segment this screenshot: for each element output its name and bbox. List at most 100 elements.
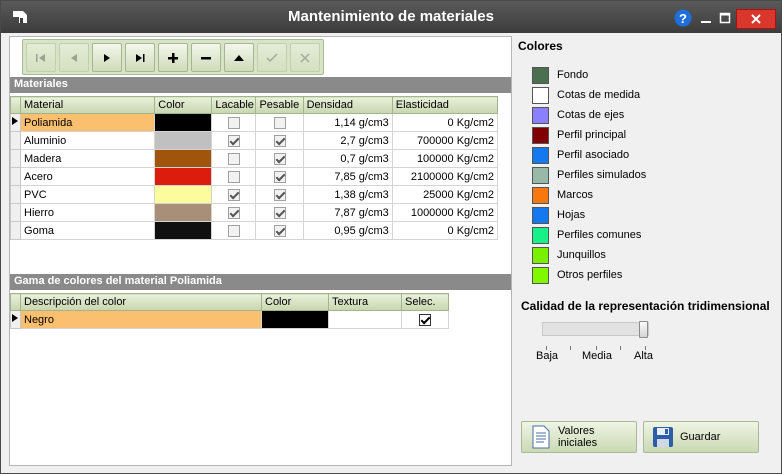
pesable-cell[interactable] [255, 167, 304, 186]
color-setting-item[interactable]: Perfiles comunes [532, 226, 641, 244]
pesable-checkbox[interactable] [273, 224, 286, 237]
color-swatch[interactable] [532, 266, 549, 284]
color-setting-item[interactable]: Perfil asociado [532, 146, 629, 164]
material-name-cell[interactable]: Acero [20, 167, 156, 186]
pesable-cell[interactable] [255, 113, 304, 132]
color-setting-item[interactable]: Cotas de medida [532, 86, 640, 104]
material-name-cell[interactable]: Poliamida [20, 113, 156, 132]
pesable-cell[interactable] [255, 203, 304, 222]
column-header-selected[interactable]: Selec. [401, 293, 449, 311]
color-gamma-row[interactable]: Negro [10, 310, 449, 329]
lacable-checkbox[interactable] [227, 170, 240, 183]
column-header-elasticity[interactable]: Elasticidad [391, 96, 499, 114]
column-header-texture[interactable]: Textura [328, 293, 402, 311]
column-header-density[interactable]: Densidad [302, 96, 393, 114]
pesable-checkbox[interactable] [273, 188, 286, 201]
color-swatch[interactable] [532, 166, 549, 184]
material-color-cell[interactable] [154, 167, 213, 186]
material-row[interactable]: Madera 0,7 g/cm3 100000 Kg/cm2 [9, 149, 499, 168]
post-record-button[interactable] [257, 43, 287, 72]
material-row[interactable]: Goma 0,95 g/cm3 0 Kg/cm2 [9, 221, 499, 240]
color-swatch[interactable] [532, 246, 549, 264]
elasticity-cell[interactable]: 0 Kg/cm2 [391, 113, 499, 132]
column-header-lacable[interactable]: Lacable [211, 96, 257, 114]
color-swatch[interactable] [532, 66, 549, 84]
material-name-cell[interactable]: Aluminio [20, 131, 156, 150]
material-color-cell[interactable] [154, 149, 213, 168]
material-name-cell[interactable]: Madera [20, 149, 156, 168]
first-record-button[interactable] [26, 43, 56, 72]
title-bar[interactable]: Mantenimiento de materiales ? [1, 1, 781, 33]
elasticity-cell[interactable]: 25000 Kg/cm2 [391, 185, 499, 204]
next-record-button[interactable] [92, 43, 122, 72]
column-header-material[interactable]: Material [20, 96, 156, 114]
save-button[interactable]: Guardar [643, 421, 759, 453]
lacable-cell[interactable] [211, 221, 257, 240]
texture-cell[interactable] [328, 310, 402, 329]
color-setting-item[interactable]: Marcos [532, 186, 593, 204]
lacable-checkbox[interactable] [227, 134, 240, 147]
row-indicator[interactable] [9, 221, 22, 240]
pesable-cell[interactable] [255, 131, 304, 150]
color-setting-item[interactable]: Perfil principal [532, 126, 626, 144]
pesable-checkbox[interactable] [273, 170, 286, 183]
elasticity-cell[interactable]: 100000 Kg/cm2 [391, 149, 499, 168]
lacable-checkbox[interactable] [227, 206, 240, 219]
color-swatch[interactable] [532, 106, 549, 124]
row-indicator[interactable] [9, 113, 22, 132]
material-name-cell[interactable]: Goma [20, 221, 156, 240]
row-indicator[interactable] [9, 167, 22, 186]
insert-record-button[interactable] [158, 43, 188, 72]
prior-record-button[interactable] [59, 43, 89, 72]
minimize-button[interactable] [698, 9, 714, 27]
close-button[interactable] [736, 9, 776, 29]
material-row[interactable]: Aluminio 2,7 g/cm3 700000 Kg/cm2 [9, 131, 499, 150]
color-setting-item[interactable]: Junquillos [532, 246, 606, 264]
elasticity-cell[interactable]: 2100000 Kg/cm2 [391, 167, 499, 186]
selected-checkbox[interactable] [419, 313, 431, 326]
density-cell[interactable]: 0,95 g/cm3 [302, 221, 393, 240]
lacable-cell[interactable] [211, 185, 257, 204]
gamma-color-cell[interactable] [261, 310, 329, 329]
reset-defaults-button[interactable]: Valores iniciales [521, 421, 637, 453]
color-swatch[interactable] [532, 146, 549, 164]
color-swatch[interactable] [532, 226, 549, 244]
pesable-checkbox[interactable] [273, 206, 286, 219]
density-cell[interactable]: 2,7 g/cm3 [302, 131, 393, 150]
elasticity-cell[interactable]: 700000 Kg/cm2 [391, 131, 499, 150]
material-color-cell[interactable] [154, 203, 213, 222]
density-cell[interactable]: 1,38 g/cm3 [302, 185, 393, 204]
pesable-checkbox[interactable] [273, 152, 286, 165]
elasticity-cell[interactable]: 0 Kg/cm2 [391, 221, 499, 240]
material-row[interactable]: Poliamida 1,14 g/cm3 0 Kg/cm2 [9, 113, 499, 132]
density-cell[interactable]: 7,87 g/cm3 [302, 203, 393, 222]
row-indicator[interactable] [9, 131, 22, 150]
lacable-cell[interactable] [211, 167, 257, 186]
column-header-color-description[interactable]: Descripción del color [20, 293, 262, 311]
material-color-cell[interactable] [154, 221, 213, 240]
pesable-checkbox[interactable] [273, 134, 286, 147]
density-cell[interactable]: 7,85 g/cm3 [302, 167, 393, 186]
row-indicator[interactable] [10, 310, 21, 329]
edit-record-button[interactable] [224, 43, 254, 72]
color-setting-item[interactable]: Fondo [532, 66, 588, 84]
density-cell[interactable]: 0,7 g/cm3 [302, 149, 393, 168]
color-setting-item[interactable]: Hojas [532, 206, 585, 224]
column-header-color[interactable]: Color [261, 293, 329, 311]
quality-slider[interactable] [542, 321, 649, 338]
pesable-cell[interactable] [255, 149, 304, 168]
lacable-cell[interactable] [211, 131, 257, 150]
density-cell[interactable]: 1,14 g/cm3 [302, 113, 393, 132]
material-row[interactable]: Hierro 7,87 g/cm3 1000000 Kg/cm2 [9, 203, 499, 222]
lacable-checkbox[interactable] [227, 116, 240, 129]
color-swatch[interactable] [532, 206, 549, 224]
delete-record-button[interactable] [191, 43, 221, 72]
material-color-cell[interactable] [154, 131, 213, 150]
cancel-record-button[interactable] [290, 43, 320, 72]
material-row[interactable]: Acero 7,85 g/cm3 2100000 Kg/cm2 [9, 167, 499, 186]
color-setting-item[interactable]: Otros perfiles [532, 266, 622, 284]
color-setting-item[interactable]: Perfiles simulados [532, 166, 646, 184]
maximize-button[interactable] [717, 9, 733, 27]
row-indicator[interactable] [9, 185, 22, 204]
pesable-cell[interactable] [255, 185, 304, 204]
